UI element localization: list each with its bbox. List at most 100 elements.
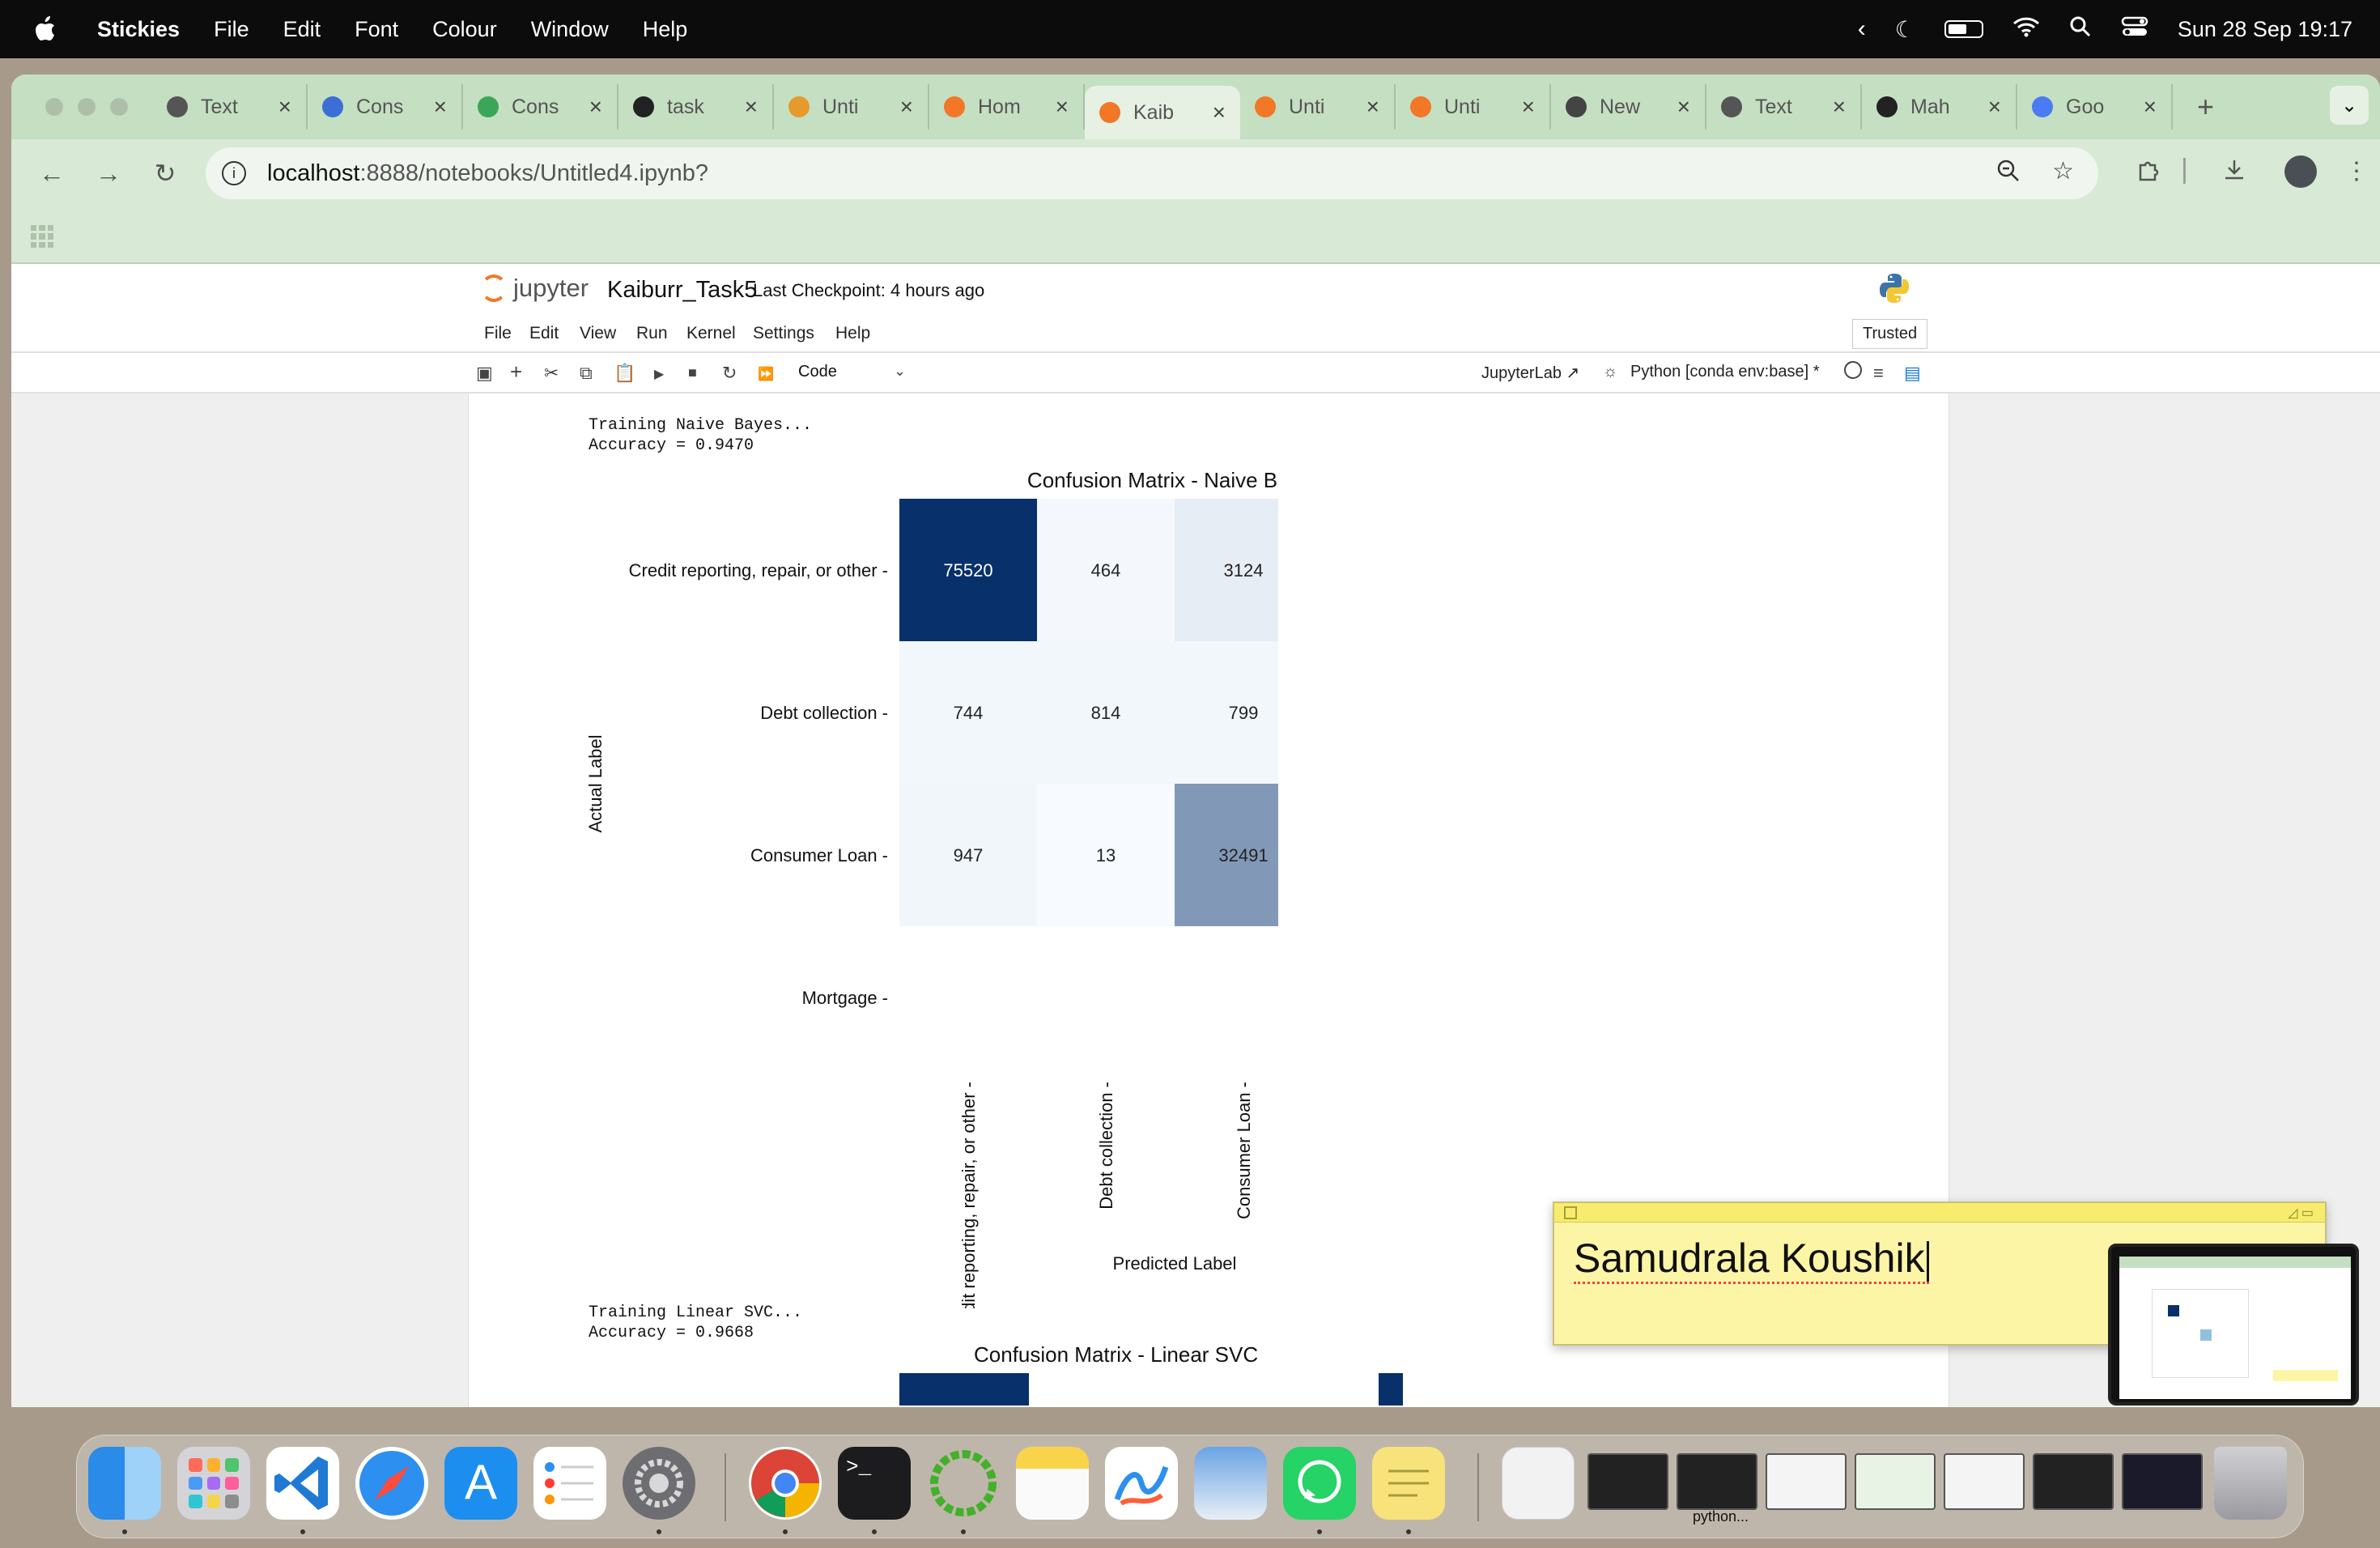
paste-icon[interactable]: 📋 <box>614 363 635 384</box>
extensions-icon[interactable] <box>2136 157 2161 189</box>
browser-tab[interactable]: Text × <box>152 84 308 130</box>
close-window-button[interactable] <box>45 98 63 116</box>
vscode-icon[interactable] <box>266 1447 339 1520</box>
nb-menu-view[interactable]: View <box>580 324 616 343</box>
tab-close-icon[interactable]: × <box>278 94 291 120</box>
zoom-icon[interactable] <box>1996 159 2021 189</box>
control-center-icon[interactable] <box>2121 15 2148 44</box>
terminal-icon[interactable]: >_ <box>838 1447 911 1520</box>
trash-icon[interactable] <box>2214 1447 2287 1520</box>
download-icon[interactable] <box>2221 157 2247 189</box>
tab-close-icon[interactable]: × <box>1677 94 1690 120</box>
preview-icon[interactable] <box>1194 1447 1267 1520</box>
add-cell-icon[interactable]: + <box>510 359 522 385</box>
apple-icon[interactable] <box>32 15 57 43</box>
tab-close-icon[interactable]: × <box>900 94 913 120</box>
tab-close-icon[interactable]: × <box>2144 94 2157 120</box>
sticky-close-button[interactable] <box>1564 1206 1577 1219</box>
nb-menu-run[interactable]: Run <box>636 324 668 343</box>
back-arrow-icon[interactable]: ← <box>36 159 68 189</box>
tab-close-icon[interactable]: × <box>1522 94 1535 120</box>
reload-icon[interactable]: ↻ <box>149 158 181 189</box>
profile-avatar[interactable] <box>2284 155 2317 188</box>
new-tab-button[interactable]: + <box>2197 90 2214 124</box>
nb-menu-help[interactable]: Help <box>835 324 870 343</box>
tab-close-icon[interactable]: × <box>1833 94 1846 120</box>
system-settings-icon[interactable] <box>623 1447 695 1520</box>
tab-close-icon[interactable]: × <box>1213 100 1226 125</box>
menubar-clock[interactable]: Sun 28 Sep 19:17 <box>2178 17 2352 42</box>
property-inspector-icon[interactable]: ▤ <box>1904 363 1921 384</box>
copy-icon[interactable]: ⧉ <box>580 363 593 384</box>
whatsapp-icon[interactable] <box>1283 1447 1356 1520</box>
minimize-window-button[interactable] <box>78 98 96 116</box>
kernel-name[interactable]: Python [conda env:base] * <box>1630 363 1820 381</box>
browser-tab[interactable]: Goo × <box>2017 84 2173 130</box>
tab-close-icon[interactable]: × <box>1988 94 2001 120</box>
site-info-icon[interactable]: i <box>222 161 246 185</box>
screenshot-thumbnail[interactable] <box>2108 1244 2359 1406</box>
browser-tab[interactable]: Cons × <box>463 84 618 130</box>
sticky-titlebar[interactable]: ◿ ▭ <box>1554 1203 2325 1223</box>
tab-close-icon[interactable]: × <box>745 94 758 120</box>
launchpad-icon[interactable] <box>177 1447 250 1520</box>
browser-tab[interactable]: Hom × <box>929 84 1085 130</box>
bug-icon[interactable]: ☼ <box>1603 363 1617 381</box>
address-bar[interactable]: i localhost:8888/notebooks/Untitled4.ipy… <box>206 147 2098 199</box>
apps-grid-icon[interactable] <box>31 225 53 248</box>
menubar-file[interactable]: File <box>214 17 249 42</box>
finder-icon[interactable] <box>88 1447 161 1520</box>
browser-tab[interactable]: Unti × <box>1240 84 1396 130</box>
nb-menu-kernel[interactable]: Kernel <box>686 324 736 343</box>
browser-tab[interactable]: Kaib × <box>1085 86 1240 139</box>
nb-menu-edit[interactable]: Edit <box>529 324 559 343</box>
chevron-down-icon[interactable]: ⌄ <box>894 363 906 380</box>
bookmark-star-icon[interactable]: ☆ <box>2052 157 2074 185</box>
sticky-text[interactable]: Samudrala Koushik <box>1574 1235 1929 1284</box>
browser-tab[interactable]: New × <box>1551 84 1706 130</box>
jupyterlab-link[interactable]: JupyterLab ↗ <box>1481 363 1579 383</box>
browser-tab[interactable]: task × <box>618 84 774 130</box>
jupyter-logo[interactable]: jupyter <box>481 274 589 303</box>
chevron-left-icon[interactable]: ‹ <box>1858 15 1866 43</box>
tab-close-icon[interactable]: × <box>589 94 602 120</box>
browser-tab[interactable]: Mah × <box>1862 84 2017 130</box>
battery-icon[interactable] <box>1944 20 1983 38</box>
restart-icon[interactable]: ↻ <box>722 363 737 384</box>
browser-tab[interactable]: Unti × <box>774 84 929 130</box>
cell-type-select[interactable]: Code <box>798 363 837 381</box>
dock-window-thumbnail[interactable] <box>2033 1453 2114 1510</box>
list-icon[interactable]: ≡ <box>1873 363 1884 384</box>
anaconda-icon[interactable] <box>927 1447 1000 1520</box>
tab-close-icon[interactable]: × <box>434 94 447 120</box>
run-icon[interactable]: ▶ <box>654 366 664 382</box>
moon-icon[interactable]: ☾ <box>1895 16 1915 43</box>
fast-forward-icon[interactable]: ⏩ <box>758 366 774 382</box>
freeform-icon[interactable] <box>1105 1447 1178 1520</box>
browser-tab[interactable]: Text × <box>1706 84 1862 130</box>
menubar-help[interactable]: Help <box>643 17 688 42</box>
trusted-badge[interactable]: Trusted <box>1852 319 1928 349</box>
app-store-icon[interactable]: A <box>444 1447 517 1520</box>
forward-arrow-icon[interactable]: → <box>92 159 125 189</box>
dock-window-thumbnail[interactable] <box>1855 1453 1936 1510</box>
menubar-font[interactable]: Font <box>355 17 398 42</box>
browser-tab[interactable]: Unti × <box>1396 84 1551 130</box>
wifi-icon[interactable] <box>2012 16 2040 43</box>
dock-window-thumbnail[interactable] <box>1766 1453 1847 1510</box>
menubar-app-name[interactable]: Stickies <box>97 17 180 42</box>
dock-window-python[interactable] <box>1677 1453 1757 1510</box>
tab-search-button[interactable]: ⌄ <box>2330 86 2369 125</box>
nb-menu-file[interactable]: File <box>484 324 512 343</box>
notebook-title[interactable]: Kaiburr_Task5 <box>607 277 757 304</box>
nb-menu-settings[interactable]: Settings <box>753 324 814 343</box>
dock-window-thumbnail[interactable] <box>1944 1453 2025 1510</box>
stickies-icon[interactable] <box>1372 1447 1445 1520</box>
dock-window-thumbnail[interactable] <box>1587 1453 1668 1510</box>
stop-icon[interactable]: ■ <box>688 364 697 381</box>
cut-icon[interactable]: ✂ <box>544 363 559 384</box>
dock-window-thumbnail[interactable] <box>2122 1453 2203 1510</box>
chrome-icon[interactable] <box>749 1447 822 1520</box>
tab-close-icon[interactable]: × <box>1056 94 1069 120</box>
sticky-resize-icon[interactable]: ◿ ▭ <box>2288 1205 2314 1221</box>
